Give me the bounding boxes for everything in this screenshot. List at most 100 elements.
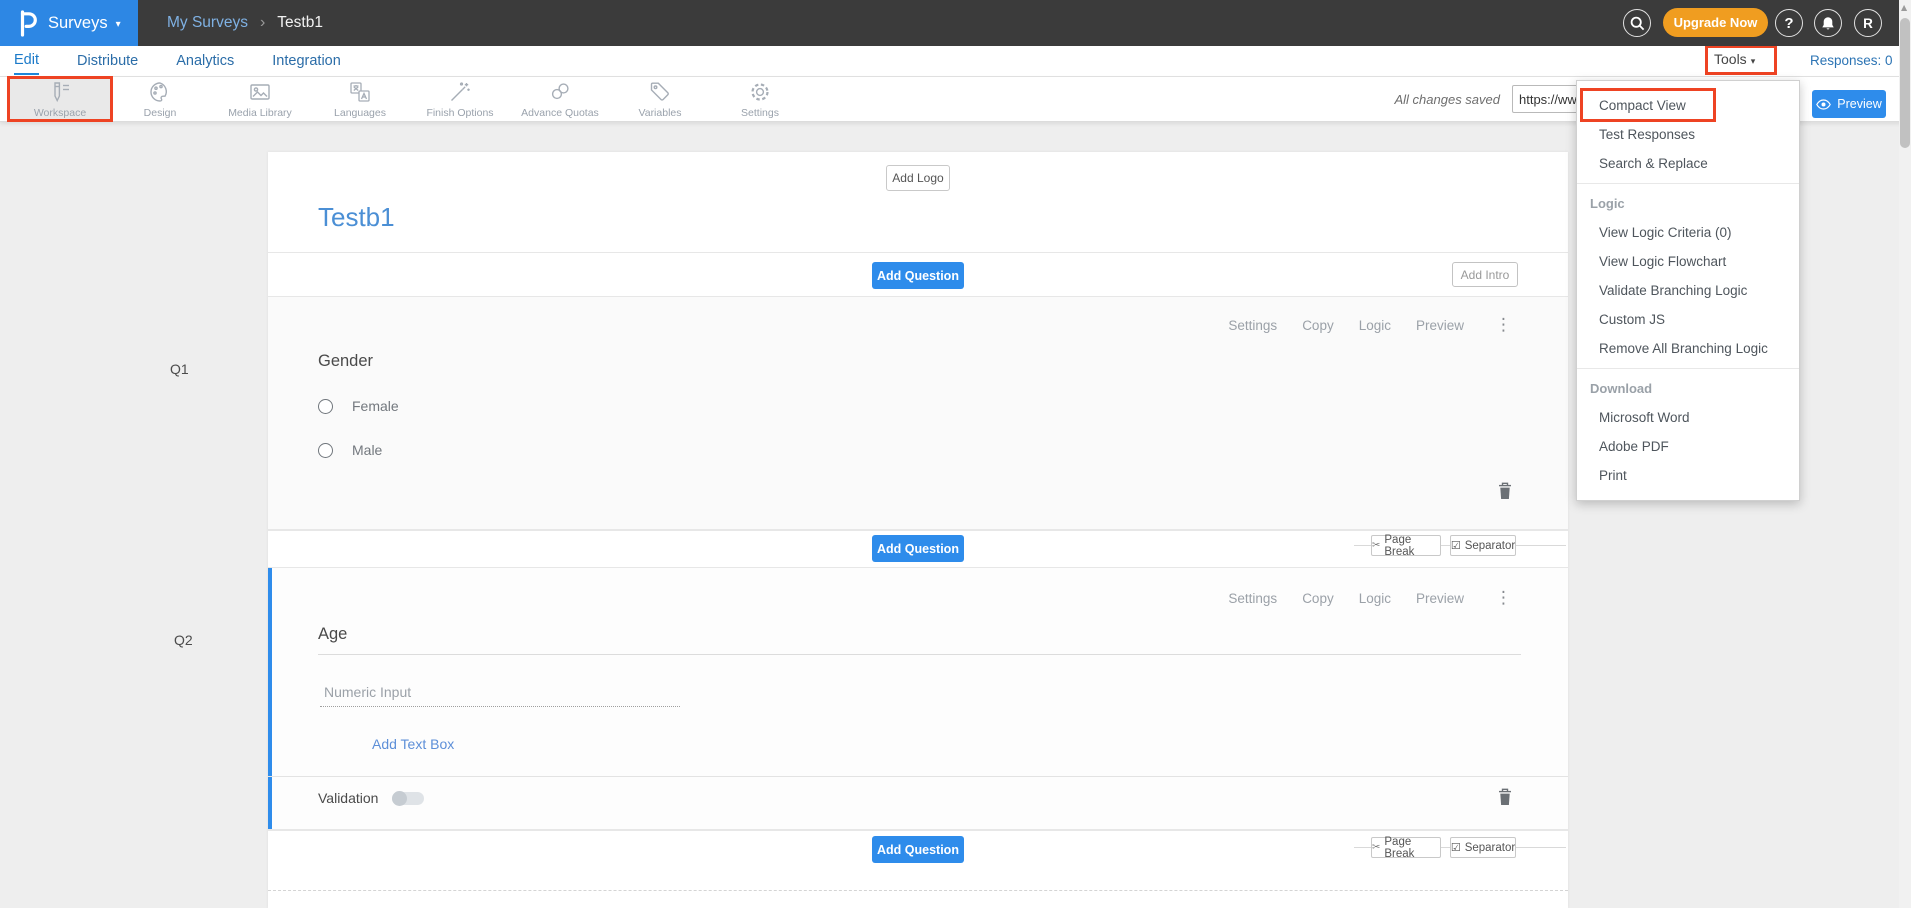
scissors-icon: ✂ — [1372, 842, 1380, 853]
breadcrumb: My Surveys › Testb1 — [167, 0, 323, 46]
question-block-q2[interactable]: Settings Copy Logic Preview ⋮ Age Numeri… — [268, 567, 1568, 830]
add-question-button[interactable]: Add Question — [872, 836, 964, 863]
add-intro-button[interactable]: Add Intro — [1452, 262, 1518, 287]
checkbox-icon: ☑ — [1451, 539, 1461, 552]
translate-icon — [347, 79, 373, 105]
breadcrumb-separator: › — [260, 14, 265, 32]
menu-item-custom-js[interactable]: Custom JS — [1577, 305, 1799, 334]
validation-row: Validation — [318, 790, 424, 806]
toolbar-item-label: Settings — [741, 107, 779, 119]
menu-item-print[interactable]: Print — [1577, 461, 1799, 490]
magic-wand-icon — [447, 79, 473, 105]
workspace-icon — [47, 79, 73, 105]
validation-toggle[interactable] — [392, 792, 424, 805]
option-label[interactable]: Male — [352, 442, 382, 458]
upgrade-now-button[interactable]: Upgrade Now — [1663, 8, 1768, 37]
question-settings-button[interactable]: Settings — [1228, 591, 1277, 606]
tab-edit[interactable]: Edit — [14, 47, 39, 75]
question-number-q2: Q2 — [174, 632, 193, 648]
menu-divider — [1577, 183, 1799, 184]
menu-item-remove-all-branching-logic[interactable]: Remove All Branching Logic — [1577, 334, 1799, 363]
page-break-button[interactable]: ✂ Page Break — [1371, 837, 1441, 858]
trash-icon — [1498, 788, 1512, 806]
preview-button[interactable]: Preview — [1812, 90, 1886, 118]
question-title-q1[interactable]: Gender — [318, 352, 373, 371]
title-underline — [318, 654, 1521, 655]
toolbar-items: Workspace Design Media Library — [10, 77, 810, 121]
page-scrollbar[interactable]: ▲ — [1899, 0, 1911, 908]
delete-question-button-q1[interactable] — [1498, 482, 1512, 505]
menu-item-search-replace[interactable]: Search & Replace — [1577, 149, 1799, 178]
survey-title[interactable]: Testb1 — [318, 202, 395, 233]
search-button[interactable] — [1623, 9, 1651, 37]
menu-item-view-logic-flowchart[interactable]: View Logic Flowchart — [1577, 247, 1799, 276]
toolbar-item-advance-quotas[interactable]: Advance Quotas — [510, 77, 610, 121]
survey-header-section: Add Logo Testb1 — [268, 152, 1568, 252]
radio-button-male[interactable] — [318, 443, 333, 458]
question-settings-button[interactable]: Settings — [1228, 318, 1277, 333]
question-block-q1[interactable]: Settings Copy Logic Preview ⋮ Gender Fem… — [268, 296, 1568, 530]
delete-question-button-q2[interactable] — [1498, 788, 1512, 811]
menu-item-microsoft-word[interactable]: Microsoft Word — [1577, 403, 1799, 432]
trash-icon — [1498, 482, 1512, 500]
help-button[interactable]: ? — [1775, 9, 1803, 37]
add-question-row-2: Add Question ✂ Page Break ☑ Separator — [268, 530, 1568, 567]
eye-icon — [1816, 99, 1831, 110]
toolbar-item-languages[interactable]: Languages — [310, 77, 410, 121]
numeric-input-field[interactable]: Numeric Input — [320, 684, 680, 707]
user-avatar[interactable]: R — [1854, 9, 1882, 37]
page-break-button[interactable]: ✂ Page Break — [1371, 535, 1441, 556]
toolbar-item-finish-options[interactable]: Finish Options — [410, 77, 510, 121]
add-question-button[interactable]: Add Question — [872, 262, 964, 289]
product-switcher[interactable]: Surveys ▾ — [0, 0, 138, 46]
toolbar-item-design[interactable]: Design — [110, 77, 210, 121]
menu-item-view-logic-criteria[interactable]: View Logic Criteria (0) — [1577, 218, 1799, 247]
question-logic-button[interactable]: Logic — [1359, 318, 1391, 333]
toolbar-item-label: Media Library — [228, 107, 292, 119]
more-options-icon[interactable]: ⋮ — [1495, 315, 1512, 335]
menu-item-adobe-pdf[interactable]: Adobe PDF — [1577, 432, 1799, 461]
add-text-box-link[interactable]: Add Text Box — [372, 736, 454, 752]
survey-url-input[interactable] — [1512, 85, 1586, 113]
avatar-initial: R — [1863, 16, 1873, 31]
tab-distribute[interactable]: Distribute — [77, 48, 138, 74]
toolbar-item-variables[interactable]: Variables — [610, 77, 710, 121]
scroll-up-arrow[interactable]: ▲ — [1901, 3, 1907, 12]
notifications-button[interactable] — [1814, 9, 1842, 37]
topbar: Surveys ▾ My Surveys › Testb1 Upgrade No… — [0, 0, 1911, 46]
question-title-q2[interactable]: Age — [318, 625, 347, 644]
question-footer-divider — [268, 776, 1568, 777]
add-logo-button[interactable]: Add Logo — [886, 165, 950, 191]
bell-icon — [1821, 16, 1835, 31]
question-preview-button[interactable]: Preview — [1416, 318, 1464, 333]
section-dashed-divider — [268, 890, 1568, 891]
page-break-label: Page Break — [1384, 836, 1440, 860]
toolbar-item-label: Finish Options — [426, 107, 493, 119]
question-logic-button[interactable]: Logic — [1359, 591, 1391, 606]
tab-analytics[interactable]: Analytics — [176, 48, 234, 74]
menu-section-download: Download — [1577, 374, 1799, 403]
toolbar-item-media-library[interactable]: Media Library — [210, 77, 310, 121]
menu-item-compact-view[interactable]: Compact View — [1577, 91, 1799, 120]
radio-button-female[interactable] — [318, 399, 333, 414]
question-preview-button[interactable]: Preview — [1416, 591, 1464, 606]
breadcrumb-my-surveys[interactable]: My Surveys — [167, 14, 248, 32]
toolbar-item-settings[interactable]: Settings — [710, 77, 810, 121]
question-number-q1: Q1 — [170, 361, 189, 377]
scrollbar-thumb[interactable] — [1900, 18, 1910, 148]
question-copy-button[interactable]: Copy — [1302, 591, 1334, 606]
add-question-row-1: Add Question Add Intro — [268, 252, 1568, 296]
menu-item-label: Compact View — [1599, 98, 1686, 113]
question-copy-button[interactable]: Copy — [1302, 318, 1334, 333]
toolbar-item-workspace[interactable]: Workspace — [10, 77, 110, 121]
option-label[interactable]: Female — [352, 398, 399, 414]
tab-integration[interactable]: Integration — [272, 48, 341, 74]
menu-item-test-responses[interactable]: Test Responses — [1577, 120, 1799, 149]
separator-button[interactable]: ☑ Separator — [1450, 837, 1516, 858]
add-question-button[interactable]: Add Question — [872, 535, 964, 562]
separator-button[interactable]: ☑ Separator — [1450, 535, 1516, 556]
tools-dropdown-button[interactable]: Tools▾ — [1714, 51, 1755, 67]
menu-item-validate-branching-logic[interactable]: Validate Branching Logic — [1577, 276, 1799, 305]
more-options-icon[interactable]: ⋮ — [1495, 588, 1512, 608]
next-section-placeholder — [268, 868, 1568, 908]
